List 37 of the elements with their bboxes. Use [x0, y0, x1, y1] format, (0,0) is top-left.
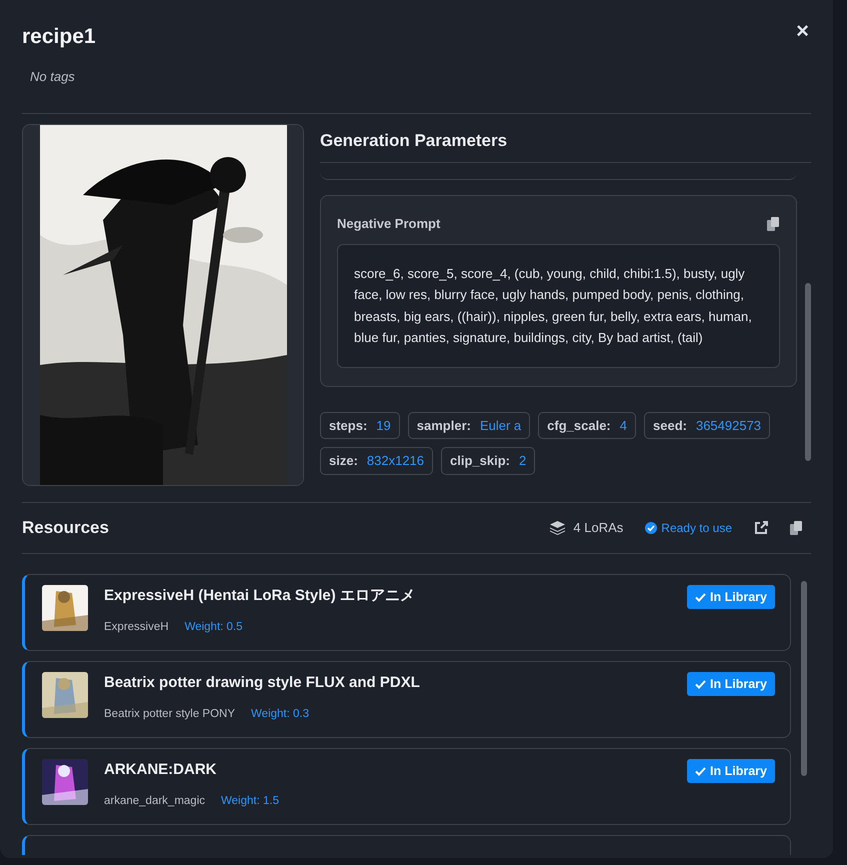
- lora-weight: Weight: 1.5: [221, 794, 279, 809]
- lora-version: arkane_dark_magic: [104, 794, 206, 809]
- in-library-button[interactable]: In Library: [687, 758, 775, 784]
- lora-count: 4 LoRAs: [573, 518, 624, 537]
- prompt-text: score_6, score_5, score_4, (cub, young, child, chibi:1.5), busty, ugly face, low res, blurry face, ugly hands, pumped body, penis, clothing, breasts, big ears, ((hair)), nipples, green fur, belly, extra ears, human, blue fur, panties, signature, buildings, city, By bad artist, (tail): [337, 244, 780, 368]
- layers-icon: [550, 520, 566, 534]
- parameter-chip: seed: 365492573: [644, 412, 770, 439]
- ready-status: Ready to use: [661, 520, 732, 536]
- lora-name[interactable]: ARKANE:DARK: [104, 758, 279, 781]
- lora-weight: Weight: 0.3: [251, 707, 309, 722]
- in-library-button[interactable]: In Library: [687, 584, 775, 610]
- prompt-label: Negative Prompt: [337, 215, 440, 233]
- parameter-chip: size: 832x1216: [320, 447, 434, 474]
- copy-icon[interactable]: [790, 520, 803, 534]
- external-link-icon[interactable]: [754, 520, 768, 534]
- close-button[interactable]: ×: [792, 18, 813, 44]
- lora-version: ExpressiveH: [104, 620, 169, 635]
- no-tags-text: No tags: [30, 68, 75, 86]
- check-icon: [695, 680, 706, 689]
- check-circle-icon: [645, 522, 658, 534]
- lora-name[interactable]: ExpressiveH (Hentai LoRa Style) エロアニメ: [104, 584, 415, 607]
- scrollbar[interactable]: [805, 283, 811, 461]
- scrollbar[interactable]: [801, 580, 807, 776]
- lora-version: Beatrix potter style PONY: [104, 707, 236, 722]
- modal-title: recipe1: [22, 24, 96, 50]
- check-icon: [695, 592, 706, 602]
- in-library-button[interactable]: In Library: [687, 672, 775, 696]
- parameter-chip: cfg_scale: 4: [538, 412, 636, 439]
- parameter-chip: clip_skip: 2: [441, 447, 536, 474]
- parameter-chip: steps: 19: [320, 412, 400, 439]
- copy-icon[interactable]: [767, 216, 780, 231]
- lora-name[interactable]: Beatrix potter drawing style FLUX and PDXL: [104, 672, 420, 694]
- section-heading: Resources: [22, 516, 109, 539]
- parameter-chip: sampler: Euler a: [408, 412, 530, 439]
- section-heading: Generation Parameters: [320, 130, 508, 152]
- check-icon: [695, 766, 706, 776]
- lora-weight: Weight: 0.5: [184, 620, 243, 635]
